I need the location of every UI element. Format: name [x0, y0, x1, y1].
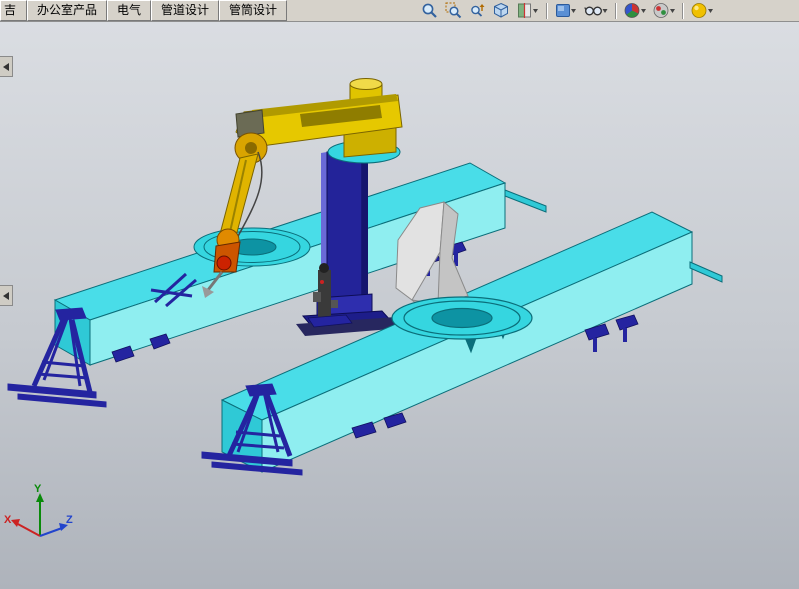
display-style-icon[interactable]: [553, 0, 579, 21]
tab-partial[interactable]: 吉: [0, 0, 27, 21]
toolbar-separator: [615, 3, 617, 19]
zoom-area-icon[interactable]: [443, 0, 464, 21]
hide-show-items-icon[interactable]: [582, 0, 610, 21]
tab-piping-design[interactable]: 管道设计: [151, 0, 219, 21]
commandmanager-tabs: 吉 办公室产品 电气 管道设计 管筒设计: [0, 0, 287, 21]
model-scene[interactable]: X Y Z: [0, 22, 799, 589]
flyout-collapse-mid-button[interactable]: [0, 285, 13, 306]
toolbar-separator: [682, 3, 684, 19]
tab-electrical[interactable]: 电气: [107, 0, 151, 21]
triad-x-label: X: [4, 514, 12, 526]
zoom-fit-icon[interactable]: [419, 0, 440, 21]
apply-scene-icon[interactable]: [651, 0, 677, 21]
reference-triad[interactable]: X Y Z: [4, 483, 73, 536]
edit-appearance-icon[interactable]: [622, 0, 648, 21]
tab-tubing-design[interactable]: 管筒设计: [219, 0, 287, 21]
view-orientation-icon[interactable]: [491, 0, 512, 21]
flyout-collapse-top-button[interactable]: [0, 56, 13, 77]
tab-office-products[interactable]: 办公室产品: [27, 0, 107, 21]
command-toolbar: 吉 办公室产品 电气 管道设计 管筒设计: [0, 0, 799, 22]
right-beam-ring[interactable]: [392, 297, 532, 339]
triad-z-label: Z: [66, 514, 73, 526]
zoom-in-out-icon[interactable]: [467, 0, 488, 21]
chevron-left-icon: [2, 62, 10, 72]
triad-y-label: Y: [34, 483, 42, 495]
view-settings-icon[interactable]: [689, 0, 715, 21]
toolbar-separator: [546, 3, 548, 19]
left-beam-ring[interactable]: [194, 228, 310, 266]
chevron-left-icon: [2, 291, 10, 301]
graphics-area[interactable]: X Y Z: [0, 22, 799, 589]
heads-up-view-toolbar: [419, 0, 715, 21]
section-view-icon[interactable]: [515, 0, 541, 21]
